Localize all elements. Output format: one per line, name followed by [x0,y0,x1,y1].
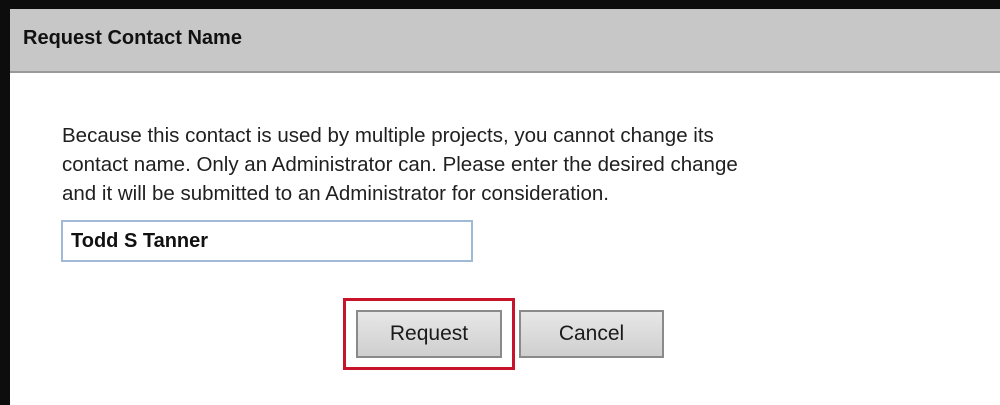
request-button[interactable]: Request [356,310,502,358]
cancel-button[interactable]: Cancel [519,310,664,358]
request-contact-name-dialog: Request Contact Name Because this contac… [0,0,1000,405]
contact-name-input[interactable] [61,220,473,262]
dialog-message: Because this contact is used by multiple… [62,121,962,208]
window-top-border [0,0,1000,9]
dialog-title: Request Contact Name [23,27,242,49]
message-line: and it will be submitted to an Administr… [62,182,609,205]
message-line: contact name. Only an Administrator can.… [62,153,738,176]
message-line: Because this contact is used by multiple… [62,124,714,147]
dialog-title-bar: Request Contact Name [10,9,1000,73]
window-left-border [0,0,10,405]
